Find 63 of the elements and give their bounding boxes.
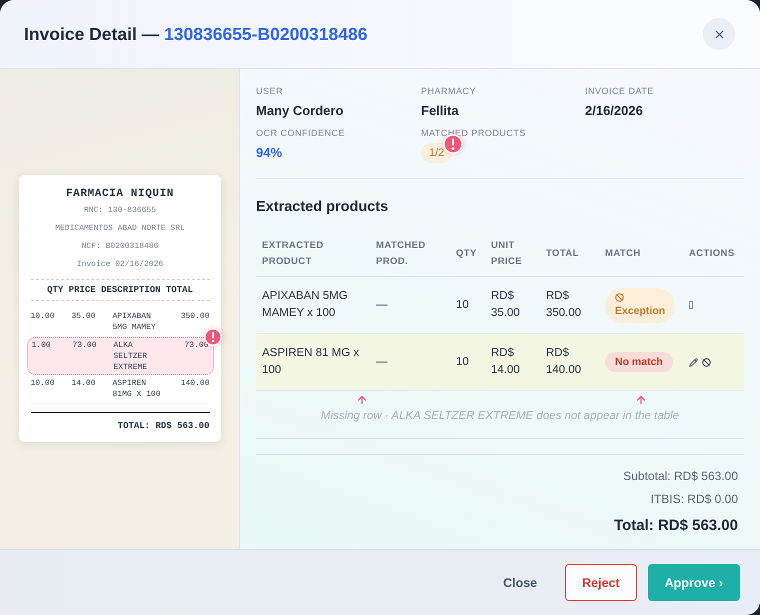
table-cell-text: RD$ 14.00 <box>490 346 521 378</box>
missing-row-note: Missing row · ALKA SELTZER EXTREME does not appear in the table <box>320 410 680 422</box>
field-value: 2/16/2026 <box>585 103 644 119</box>
table-cell-text: 10 <box>455 354 470 370</box>
up-arrow-icon <box>635 394 647 406</box>
receipt-cell-text: 14.00 <box>72 378 97 390</box>
table-cell-text: APIXABAN 5MG MAMEY x 100 <box>261 289 349 321</box>
field-label: MATCHED PRODUCTS <box>421 128 527 139</box>
pencil-icon[interactable] <box>689 358 698 366</box>
table-cell-text: 10 <box>455 298 470 312</box>
field-value: 94% <box>256 145 284 161</box>
receipt-cell-text: 35.00 <box>72 311 97 323</box>
table-cell-text: — <box>375 298 388 312</box>
receipt-cell-text: 350.00 <box>180 311 210 323</box>
field-label: OCR CONFIDENCE <box>256 128 346 139</box>
column-header: ACTIONS <box>688 247 736 261</box>
table-cell-text: RD$ 35.00 <box>490 289 521 321</box>
summary-line: Total: RD$ 563.00 <box>614 516 738 536</box>
close-button[interactable] <box>703 18 735 50</box>
up-arrow-icon <box>356 394 368 406</box>
column-header: TOTAL <box>545 247 580 261</box>
table-cell-text: ASPIREN 81 MG x 100 <box>261 346 360 378</box>
receipt-cell-text: 73.00 <box>72 340 98 352</box>
field-label: PHARMACY <box>421 86 478 97</box>
column-header: MATCH <box>604 247 642 261</box>
field-value: Many Cordero <box>256 103 344 119</box>
receipt-cell-text: ASPIREN 81MG X 100 <box>112 378 162 400</box>
table-cell-text: RD$ 140.00 <box>545 346 582 378</box>
approve-button[interactable]: Approve › <box>648 564 740 601</box>
reject-button[interactable]: Reject <box>565 564 637 601</box>
dialog-title: Invoice Detail — 130836655-B0200318486 <box>24 24 368 44</box>
receipt-line: NCF: B0200318486 <box>80 241 160 253</box>
column-header: MATCHED PROD. <box>375 239 427 269</box>
receipt-header: QTY PRICE DESCRIPTION TOTAL <box>46 284 194 297</box>
table-cell-text: — <box>375 354 388 370</box>
close-button[interactable]: Close <box>486 564 554 601</box>
status-label: Exception <box>615 304 666 318</box>
receipt-cell-text: 10.00 <box>30 378 56 390</box>
close-icon <box>712 28 726 40</box>
column-header: EXTRACTED PRODUCT <box>261 239 325 269</box>
receipt-total: TOTAL: RD$ 563.00 <box>116 420 210 432</box>
receipt-cell-text: 140.00 <box>180 378 210 390</box>
summary-line: Subtotal: RD$ 563.00 <box>623 468 738 485</box>
receipt-line: Invoice 02/16/2026 <box>76 259 164 271</box>
receipt-cell-text: ALKA SELTZER EXTREME <box>114 340 148 372</box>
summary-line: ITBIS: RD$ 0.00 <box>650 491 738 508</box>
rectangle-icon[interactable] <box>689 301 693 309</box>
receipt-cell-text: 1.00 <box>32 340 52 352</box>
section-title: Extracted products <box>256 198 390 216</box>
receipt-line: MEDICAMENTOS ABAD NORTE SRL <box>54 223 186 235</box>
column-header: QTY <box>455 247 478 261</box>
field-value: Fellita <box>421 103 460 119</box>
table-cell-text: RD$ 350.00 <box>545 289 582 321</box>
store-name: FARMACIA NIQUIN <box>64 187 176 202</box>
column-header: UNIT PRICE <box>490 239 524 269</box>
receipt-line: RNC: 130-836655 <box>82 205 157 217</box>
field-label: USER <box>256 86 284 97</box>
ban-icon[interactable] <box>702 358 711 366</box>
field-label: INVOICE DATE <box>585 86 655 97</box>
ban-icon <box>615 292 624 302</box>
receipt-cell-text: 10.00 <box>30 311 56 323</box>
receipt-cell-text: APIXABAN 5MG MAMEY <box>112 311 157 333</box>
status-label: No match <box>615 355 663 369</box>
